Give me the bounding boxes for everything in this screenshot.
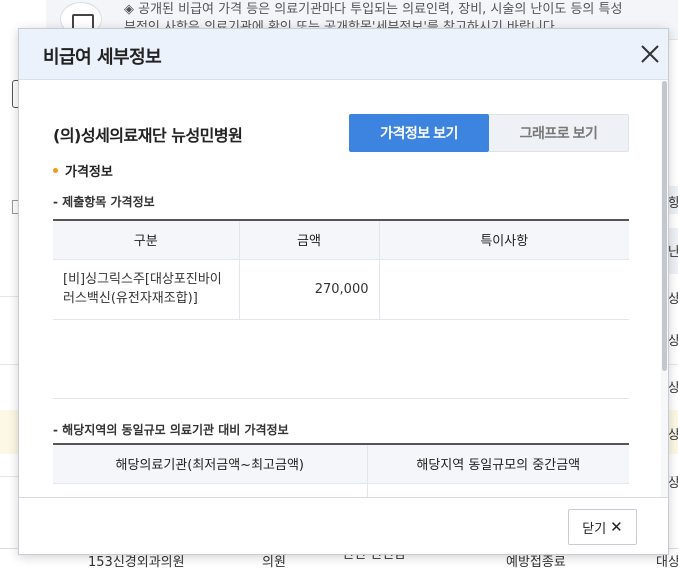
price-table: 구분 금액 특이사항 [비]싱그릭스주[대상포진바이러스백신(유전자재조합)] … bbox=[53, 219, 629, 320]
tab-price-info[interactable]: 가격정보 보기 bbox=[349, 114, 489, 152]
table-header-row: 해당의료기관(최저금액~최고금액) 해당지역 동일규모의 중간금액 bbox=[53, 444, 629, 484]
column-header: 특이사항 bbox=[378, 220, 629, 260]
column-header: 해당의료기관(최저금액~최고금액) bbox=[53, 444, 367, 484]
modal-footer: 닫기 ✕ bbox=[19, 497, 668, 554]
tab-graph-view[interactable]: 그래프로 보기 bbox=[489, 114, 629, 152]
background-cell-text: 상 bbox=[668, 381, 678, 396]
column-header: 해당지역 동일규모의 중간금액 bbox=[366, 444, 629, 484]
background-cell-text: 상 bbox=[668, 428, 678, 443]
divider bbox=[53, 398, 629, 399]
range-cell bbox=[53, 483, 367, 497]
background-cell-text: 난 bbox=[668, 245, 678, 260]
item-name-cell: [비]싱그릭스주[대상포진바이러스백신(유전자재조합)] bbox=[53, 259, 239, 320]
notice-text-line1: ◈ 공개된 비급여 가격 등은 의료기관마다 투입되는 의료인력, 장비, 시술… bbox=[124, 2, 623, 17]
modal-body: (의)성세의료재단 뉴성민병원 가격정보 보기 그래프로 보기 가격정보 - 제… bbox=[19, 81, 660, 497]
background-cell-text: 상 bbox=[668, 476, 678, 491]
table1-caption: - 제출항목 가격정보 bbox=[53, 195, 155, 209]
hospital-name: (의)성세의료재단 뉴성민병원 bbox=[53, 126, 243, 145]
close-button-label: 닫기 bbox=[582, 520, 607, 536]
median-cell bbox=[366, 483, 629, 497]
background-cell-text: 상 bbox=[668, 334, 678, 349]
table-row bbox=[53, 483, 629, 497]
table-header-row: 구분 금액 특이사항 bbox=[53, 220, 629, 260]
section-title: 가격정보 bbox=[65, 165, 113, 180]
column-header: 구분 bbox=[53, 220, 239, 260]
modal-header: 비급여 세부정보 bbox=[19, 29, 668, 80]
column-header: 금액 bbox=[238, 220, 379, 260]
table-row: [비]싱그릭스주[대상포진바이러스백신(유전자재조합)] 270,000 bbox=[53, 259, 629, 320]
bullet-dot bbox=[53, 168, 58, 173]
scroll-thumb[interactable] bbox=[662, 81, 667, 371]
comparison-table: 해당의료기관(최저금액~최고금액) 해당지역 동일규모의 중간금액 bbox=[53, 443, 629, 497]
amount-cell: 270,000 bbox=[238, 259, 379, 320]
scrollbar[interactable] bbox=[661, 81, 668, 497]
background-cell-text: 항 bbox=[668, 196, 678, 211]
close-icon[interactable] bbox=[637, 41, 663, 67]
detail-modal: 비급여 세부정보 (의)성세의료재단 뉴성민병원 가격정보 보기 그래프로 보기… bbox=[18, 28, 669, 555]
close-button[interactable]: 닫기 ✕ bbox=[568, 509, 637, 545]
close-icon: ✕ bbox=[610, 518, 623, 536]
note-cell bbox=[378, 259, 629, 320]
modal-title: 비급여 세부정보 bbox=[43, 47, 162, 68]
table2-caption: - 해당지역의 동일규모 의료기관 대비 가격정보 bbox=[53, 423, 289, 437]
background-cell-text: 상 bbox=[668, 292, 678, 307]
